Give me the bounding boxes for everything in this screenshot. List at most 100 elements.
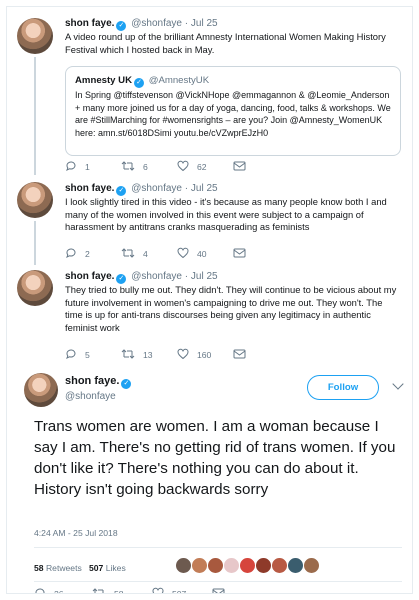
tweet-thread: shon faye. ✓ @shonfaye · Jul 25 A video r… [6, 6, 413, 594]
avatar[interactable] [17, 18, 53, 54]
like-count: 160 [197, 350, 212, 360]
retweet-button[interactable]: 4 [121, 247, 148, 261]
reply-button[interactable]: 26 [34, 587, 64, 594]
liker-avatar[interactable] [271, 557, 288, 574]
verified-icon: ✓ [116, 186, 127, 196]
quoted-tweet[interactable]: Amnesty UK ✓ @AmnestyUK In Spring @tiffst… [65, 66, 401, 156]
main-tweet-text: Trans women are women. I am a woman beca… [34, 418, 396, 498]
thread-connector [34, 221, 36, 265]
tweet-date[interactable]: Jul 25 [191, 271, 218, 282]
like-button[interactable]: 160 [177, 348, 211, 362]
like-count: 507 [172, 589, 187, 594]
main-avatar[interactable] [24, 373, 58, 407]
divider [34, 581, 402, 582]
like-count: 40 [197, 249, 207, 259]
tweet-header: shon faye. ✓ @shonfaye · Jul 25 [65, 18, 218, 31]
liker-avatar[interactable] [175, 557, 192, 574]
retweets-stat[interactable]: 58 Retweets [34, 563, 82, 573]
liker-avatar[interactable] [303, 557, 320, 574]
main-timestamp[interactable]: 4:24 AM - 25 Jul 2018 [34, 528, 118, 538]
liker-avatar[interactable] [191, 557, 208, 574]
display-name[interactable]: shon faye. [65, 18, 114, 29]
message-button[interactable] [233, 348, 254, 362]
liker-avatar[interactable] [239, 557, 256, 574]
tweet-text: They tried to bully me out. They didn't.… [65, 284, 397, 333]
tweet-actions: 2 4 40 [65, 247, 365, 261]
reply-count: 2 [85, 249, 90, 259]
quoted-text: In Spring @tiffstevenson @VickNHope @emm… [75, 90, 391, 138]
display-name[interactable]: shon faye. [65, 271, 114, 282]
retweet-icon [121, 248, 135, 258]
retweet-count: 58 [114, 589, 124, 594]
thread-tweet-2[interactable]: shon faye. ✓ @shonfaye · Jul 25 I look sl… [7, 177, 412, 267]
avatar[interactable] [17, 182, 53, 218]
retweet-icon [121, 349, 135, 359]
display-name[interactable]: shon faye. [65, 183, 114, 194]
tweet-date[interactable]: Jul 25 [191, 183, 218, 194]
retweet-count: 4 [143, 249, 148, 259]
reply-count: 26 [54, 589, 64, 594]
tweet-text: I look slightly tired in this video - it… [65, 196, 387, 233]
liker-avatar[interactable] [207, 557, 224, 574]
tweet-actions: 1 6 62 [65, 160, 365, 174]
main-user-handle[interactable]: @shonfaye [65, 391, 116, 402]
engagement-stats: 58 Retweets 507 Likes [34, 563, 126, 573]
retweet-icon [92, 588, 104, 593]
verified-icon: ✓ [116, 274, 127, 284]
retweet-button[interactable]: 6 [121, 160, 148, 174]
chevron-down-icon[interactable] [392, 378, 404, 390]
tweet-actions: 5 13 160 [65, 348, 365, 362]
like-icon [177, 348, 189, 360]
liker-avatar[interactable] [255, 557, 272, 574]
retweet-button[interactable]: 58 [92, 587, 124, 594]
like-icon [177, 160, 189, 172]
like-button[interactable]: 40 [177, 247, 207, 261]
main-tweet-actions: 26 58 507 [34, 587, 334, 594]
reply-icon [66, 161, 76, 172]
liker-avatar[interactable] [287, 557, 304, 574]
verified-icon: ✓ [121, 379, 132, 389]
like-button[interactable]: 507 [152, 587, 187, 594]
message-icon [212, 588, 225, 593]
divider [34, 547, 402, 548]
reply-count: 1 [85, 162, 90, 172]
thread-tweet-1[interactable]: shon faye. ✓ @shonfaye · Jul 25 A video r… [7, 7, 412, 177]
reply-icon [66, 248, 76, 259]
follow-button[interactable]: Follow [307, 375, 379, 400]
user-handle[interactable]: @shonfaye [131, 271, 182, 282]
reply-button[interactable]: 2 [65, 247, 90, 261]
liker-avatar[interactable] [223, 557, 240, 574]
message-icon [233, 248, 246, 258]
avatar[interactable] [17, 270, 53, 306]
tweet-header: shon faye. ✓ @shonfaye · Jul 25 [65, 183, 218, 196]
user-handle[interactable]: @shonfaye [131, 18, 182, 29]
message-button[interactable] [233, 160, 254, 174]
like-count: 62 [197, 162, 207, 172]
message-icon [233, 161, 246, 171]
thread-tweet-3[interactable]: shon faye. ✓ @shonfaye · Jul 25 They trie… [7, 267, 412, 367]
retweet-button[interactable]: 13 [121, 348, 153, 362]
reply-icon [66, 349, 76, 360]
reply-button[interactable]: 1 [65, 160, 90, 174]
like-icon [177, 247, 189, 259]
reply-icon [35, 588, 45, 593]
verified-icon: ✓ [116, 21, 127, 31]
like-button[interactable]: 62 [177, 160, 207, 174]
likes-stat[interactable]: 507 Likes [89, 563, 126, 573]
verified-icon: ✓ [134, 78, 145, 88]
quoted-display-name: Amnesty UK [75, 75, 133, 86]
reply-button[interactable]: 5 [65, 348, 90, 362]
message-icon [233, 349, 246, 359]
thread-connector [34, 57, 36, 175]
message-button[interactable] [233, 247, 254, 261]
retweet-count: 6 [143, 162, 148, 172]
quoted-handle: @AmnestyUK [148, 75, 210, 86]
tweet-text: A video round up of the brilliant Amnest… [65, 31, 386, 55]
like-icon [152, 587, 164, 593]
reply-count: 5 [85, 350, 90, 360]
main-display-name[interactable]: shon faye. [65, 375, 119, 387]
user-handle[interactable]: @shonfaye [131, 183, 182, 194]
tweet-date[interactable]: Jul 25 [191, 18, 218, 29]
main-tweet-header: shon faye. ✓ [65, 375, 133, 389]
message-button[interactable] [212, 587, 233, 593]
